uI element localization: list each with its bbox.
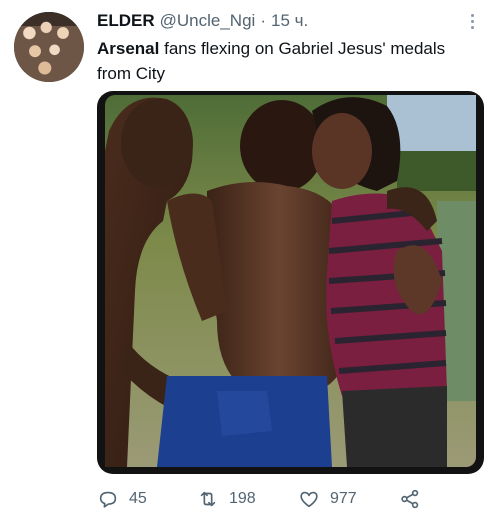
reply-count: 45 (129, 490, 147, 507)
photo-illustration (105, 95, 476, 467)
retweet-button[interactable]: 198 (197, 484, 256, 514)
reply-button[interactable]: 45 (97, 484, 147, 514)
author-name[interactable]: ELDER (97, 11, 155, 31)
tweet-text: Arsenal fans flexing on Gabriel Jesus' m… (97, 36, 477, 86)
author-handle[interactable]: @Uncle_Ngi (160, 11, 256, 31)
tweet-text-bold: Arsenal (97, 39, 160, 58)
avatar[interactable] (14, 12, 84, 82)
like-icon (300, 491, 318, 508)
tweet-header: ELDER @Uncle_Ngi · 15 ч. (97, 10, 460, 32)
like-count: 977 (330, 490, 357, 507)
avatar-image (14, 12, 84, 82)
reply-icon (99, 491, 117, 508)
retweet-icon (200, 491, 216, 507)
header-separator: · (260, 11, 266, 30)
tweet-photo[interactable] (97, 91, 484, 474)
action-bar: 45 198 977 (97, 484, 427, 514)
share-button[interactable] (399, 484, 431, 514)
like-button[interactable]: 977 (298, 484, 357, 514)
tweet-time[interactable]: 15 ч. (271, 11, 308, 31)
retweet-count: 198 (229, 490, 256, 507)
share-icon (401, 489, 419, 509)
more-icon[interactable] (464, 10, 480, 32)
